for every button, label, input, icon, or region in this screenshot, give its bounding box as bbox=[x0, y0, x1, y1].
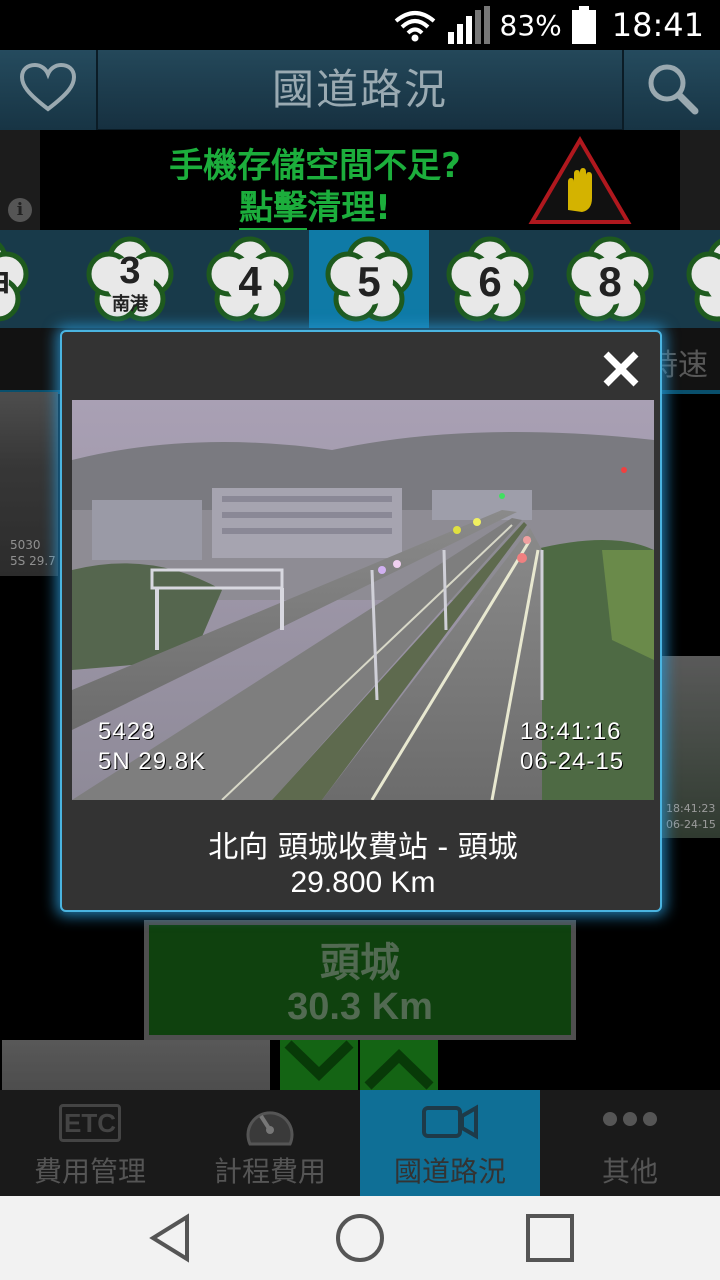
camera-position: 5N 29.8K bbox=[98, 748, 207, 775]
route-number: 5 bbox=[357, 258, 381, 305]
camera-icon bbox=[360, 1104, 540, 1140]
camera-date: 06-24-15 bbox=[520, 748, 625, 775]
info-icon[interactable]: i bbox=[8, 198, 32, 222]
route-tab[interactable]: 6 bbox=[430, 230, 550, 328]
route-tab[interactable]: 8 bbox=[550, 230, 670, 328]
app-header: 國道路況 bbox=[0, 50, 720, 130]
route-tab[interactable]: 1 bbox=[670, 230, 720, 328]
route-number: 4 bbox=[238, 258, 262, 305]
close-button[interactable] bbox=[596, 344, 646, 394]
route-number: 6 bbox=[478, 258, 502, 305]
home-icon bbox=[336, 1214, 384, 1262]
route-tab[interactable]: 3甲 bbox=[0, 230, 45, 328]
battery-icon bbox=[571, 6, 596, 44]
tab-label: 計程費用 bbox=[213, 1155, 326, 1188]
route-number: 8 bbox=[598, 258, 622, 305]
tab-label: 費用管理 bbox=[33, 1155, 146, 1188]
camera-time: 18:41:16 bbox=[520, 718, 622, 745]
etc-icon-text: ETC bbox=[59, 1104, 121, 1142]
search-button[interactable] bbox=[622, 50, 720, 130]
camera-dialog: 5428 5N 29.8K 18:41:16 06-24-15 北向 頭城收費站… bbox=[60, 330, 662, 912]
ad-cta-rest: 清理! bbox=[307, 188, 391, 228]
page-title: 國道路況 bbox=[271, 65, 448, 114]
tab-label: 國道路況 bbox=[393, 1155, 506, 1188]
status-bar: 83% 18:41 bbox=[0, 0, 720, 50]
camera-image: 5428 5N 29.8K 18:41:16 06-24-15 bbox=[72, 400, 654, 800]
bottom-tab-bar: ETC 費用管理 計程費用 國道路況 其他 bbox=[0, 1090, 720, 1196]
close-icon bbox=[603, 351, 639, 387]
camera-location: 北向 頭城收費站 - 頭城 bbox=[208, 830, 518, 865]
battery-percent: 83% bbox=[499, 8, 562, 42]
recents-icon bbox=[526, 1214, 574, 1262]
back-icon bbox=[149, 1213, 189, 1263]
camera-km: 29.800 Km bbox=[290, 866, 436, 899]
ad-cta-link[interactable]: 點擊 bbox=[239, 188, 308, 231]
heart-icon bbox=[19, 62, 77, 117]
etc-icon: ETC bbox=[0, 1104, 180, 1142]
route-tabs: 3甲 3 南港 4 5 6 8 1 bbox=[0, 230, 720, 328]
ad-cta[interactable]: 點擊清理! bbox=[100, 180, 530, 231]
camera-id: 5428 bbox=[98, 718, 156, 745]
route-number: 1 bbox=[670, 258, 720, 306]
favorites-button[interactable] bbox=[0, 50, 98, 130]
clock: 18:41 bbox=[611, 6, 704, 44]
system-nav-bar bbox=[0, 1196, 720, 1280]
signal-icon bbox=[447, 6, 490, 44]
route-number: 3 bbox=[119, 250, 141, 292]
more-icon bbox=[540, 1104, 720, 1134]
warning-hand-icon bbox=[528, 136, 632, 230]
gauge-icon bbox=[180, 1104, 360, 1150]
route-tab[interactable]: 3 南港 bbox=[70, 230, 190, 328]
tab-other[interactable]: 其他 bbox=[540, 1090, 720, 1196]
route-tab-active[interactable]: 5 bbox=[309, 230, 429, 328]
back-button[interactable] bbox=[140, 1210, 200, 1266]
tab-road-conditions[interactable]: 國道路況 bbox=[360, 1090, 540, 1196]
home-button[interactable] bbox=[330, 1210, 390, 1266]
tab-distance-fee[interactable]: 計程費用 bbox=[180, 1090, 360, 1196]
tab-fee-management[interactable]: ETC 費用管理 bbox=[0, 1090, 180, 1196]
route-subname: 南港 bbox=[112, 294, 148, 314]
route-number: 3甲 bbox=[0, 260, 45, 309]
recents-button[interactable] bbox=[520, 1210, 580, 1266]
tab-label: 其他 bbox=[601, 1155, 658, 1188]
route-tab[interactable]: 4 bbox=[190, 230, 310, 328]
search-icon bbox=[645, 61, 699, 119]
wifi-icon bbox=[392, 7, 438, 43]
ad-edge bbox=[680, 130, 720, 230]
